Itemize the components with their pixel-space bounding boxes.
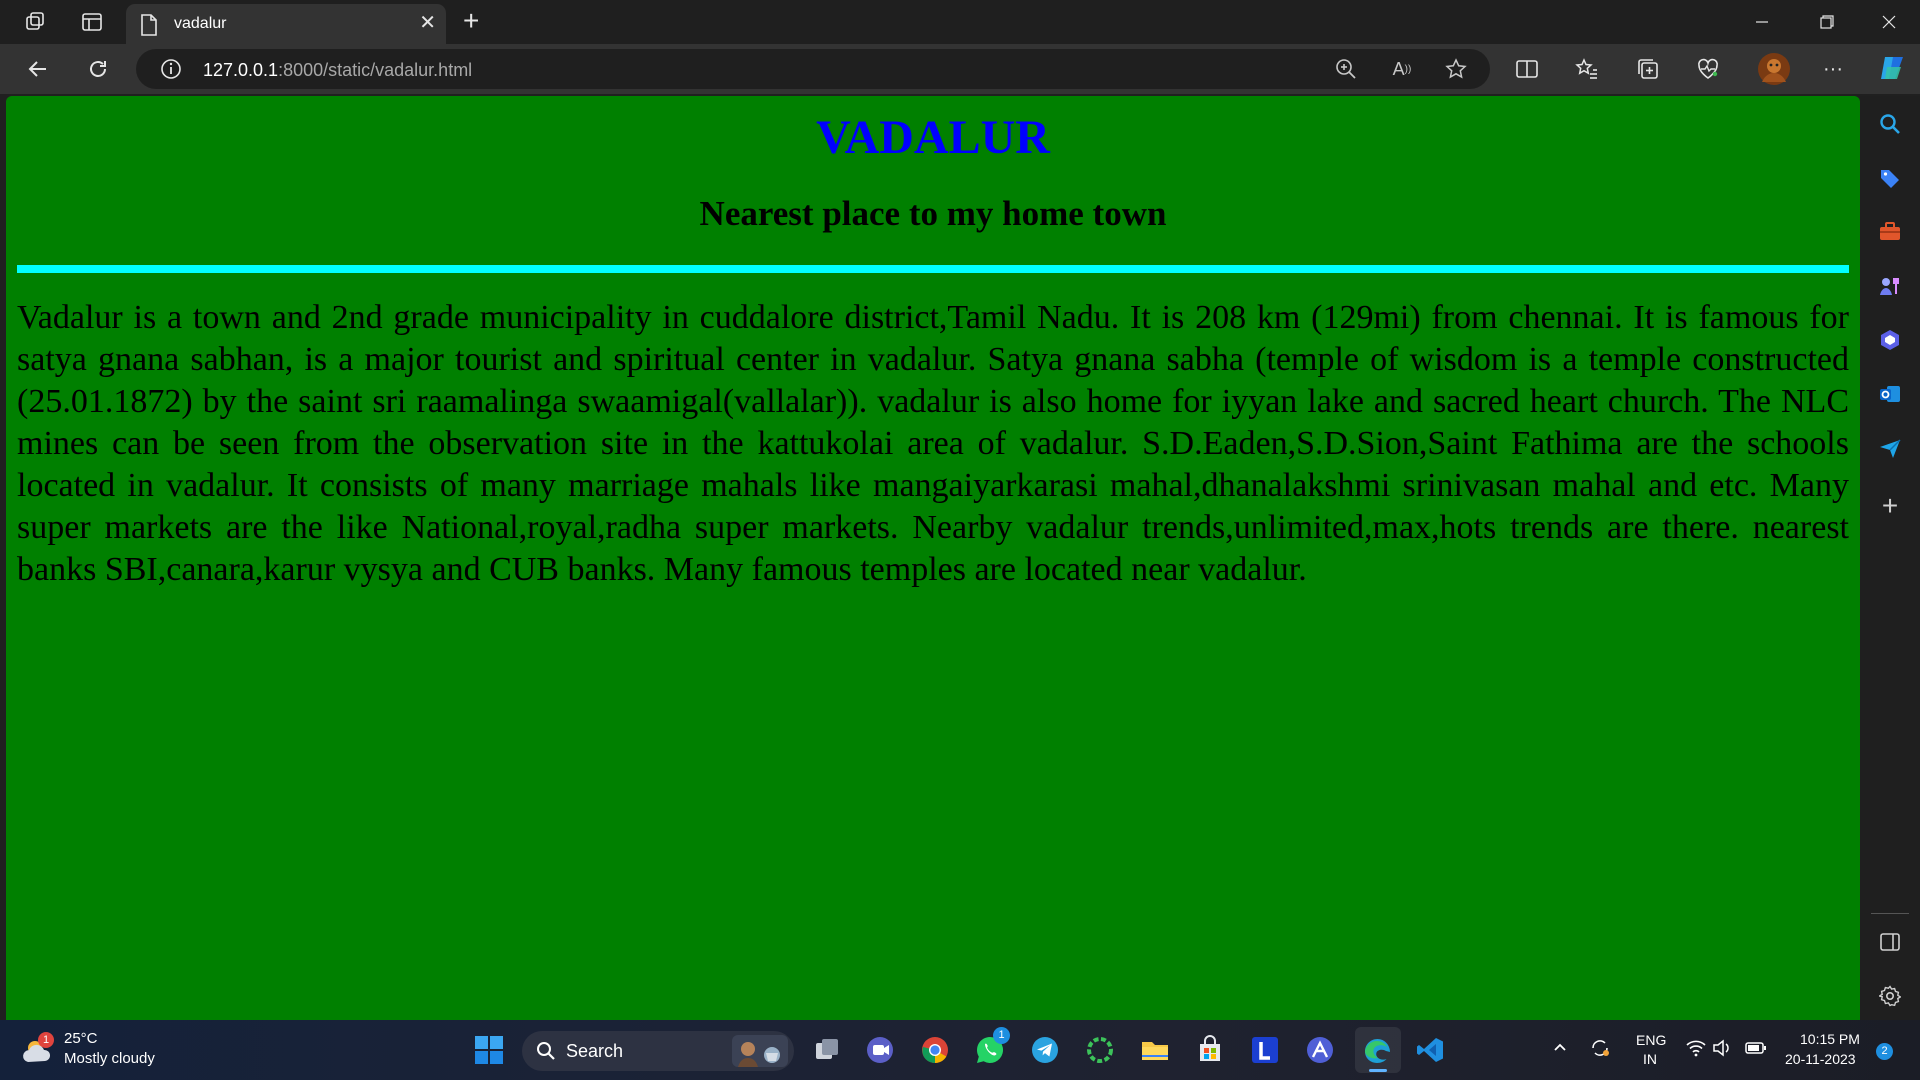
- arc-app-icon[interactable]: [1303, 1033, 1337, 1067]
- minimize-button[interactable]: [1742, 8, 1782, 36]
- clock-date[interactable]: 20-11-2023: [1785, 1051, 1856, 1067]
- clock-time[interactable]: 10:15 PM: [1800, 1031, 1860, 1047]
- weather-temperature: 25°C: [64, 1030, 98, 1047]
- tab-title: vadalur: [174, 15, 227, 32]
- title-bar: vadalur ✕ +: [0, 0, 1920, 44]
- favorites-icon[interactable]: [1573, 55, 1601, 83]
- weather-widget[interactable]: 1: [22, 1032, 56, 1068]
- wifi-icon[interactable]: [1686, 1039, 1706, 1060]
- edge-sidebar: +: [1860, 96, 1920, 1020]
- read-aloud-icon[interactable]: A)): [1390, 57, 1414, 81]
- refresh-button[interactable]: [83, 54, 113, 84]
- volume-icon[interactable]: [1712, 1039, 1732, 1060]
- zoom-icon[interactable]: [1334, 57, 1358, 81]
- weather-alert-badge: 1: [38, 1032, 54, 1048]
- input-language[interactable]: ENG: [1636, 1032, 1666, 1048]
- vertical-tabs-icon[interactable]: [79, 9, 105, 35]
- microsoft-365-icon[interactable]: [1876, 326, 1904, 354]
- url-text: 127.0.0.1:8000/static/vadalur.html: [203, 60, 473, 80]
- tools-briefcase-icon[interactable]: [1876, 218, 1904, 246]
- split-screen-icon[interactable]: [1513, 55, 1541, 83]
- file-explorer-icon[interactable]: [1138, 1033, 1172, 1067]
- sync-icon[interactable]: [1589, 1037, 1611, 1062]
- search-magnifier-icon: [536, 1041, 556, 1066]
- collections-icon[interactable]: [1634, 55, 1662, 83]
- new-tab-button[interactable]: +: [463, 7, 479, 35]
- back-button[interactable]: [23, 54, 53, 84]
- battery-icon[interactable]: [1745, 1040, 1767, 1059]
- profile-avatar[interactable]: [1757, 52, 1791, 86]
- hide-sidebar-icon[interactable]: [1876, 928, 1904, 956]
- page-subheading: Nearest place to my home town: [699, 194, 1167, 233]
- windows-taskbar: 1 25°C Mostly cloudy Search 1 ENG IN 10:…: [0, 1020, 1920, 1080]
- add-sidebar-app-icon[interactable]: +: [1876, 490, 1904, 521]
- search-icon[interactable]: [1876, 110, 1904, 138]
- sidebar-divider: [1871, 913, 1909, 914]
- settings-gear-icon[interactable]: [1876, 982, 1904, 1010]
- microsoft-store-icon[interactable]: [1193, 1033, 1227, 1067]
- search-highlight-image: [732, 1035, 788, 1072]
- site-info-icon[interactable]: [159, 57, 183, 81]
- address-bar[interactable]: 127.0.0.1:8000/static/vadalur.html A)): [136, 49, 1490, 89]
- weather-description: Mostly cloudy: [64, 1050, 155, 1067]
- circular-app-icon[interactable]: [1083, 1033, 1117, 1067]
- shopping-tag-icon[interactable]: [1876, 164, 1904, 192]
- teams-chat-icon[interactable]: [863, 1033, 897, 1067]
- vscode-icon[interactable]: [1413, 1033, 1447, 1067]
- send-drop-icon[interactable]: [1876, 434, 1904, 462]
- page-body-text: Vadalur is a town and 2nd grade municipa…: [17, 299, 1849, 588]
- copilot-icon[interactable]: [1876, 52, 1908, 84]
- whatsapp-unread-badge: 1: [993, 1027, 1010, 1044]
- active-app-indicator: [1369, 1069, 1387, 1072]
- task-view-icon[interactable]: [810, 1033, 844, 1067]
- page-icon: [140, 14, 158, 41]
- browser-essentials-icon[interactable]: [1694, 55, 1722, 83]
- chrome-icon[interactable]: [918, 1033, 952, 1067]
- workspaces-icon[interactable]: [22, 9, 48, 35]
- games-icon[interactable]: [1876, 272, 1904, 300]
- taskbar-search-box[interactable]: Search: [522, 1031, 794, 1071]
- whatsapp-icon[interactable]: 1: [973, 1027, 1010, 1067]
- restore-button[interactable]: [1807, 8, 1847, 36]
- edge-browser-icon[interactable]: [1355, 1027, 1401, 1073]
- browser-tab[interactable]: vadalur ✕: [126, 4, 446, 44]
- close-tab-icon[interactable]: ✕: [419, 13, 436, 33]
- navigation-bar: 127.0.0.1:8000/static/vadalur.html A)) ·…: [0, 44, 1920, 94]
- more-options-icon[interactable]: ···: [1819, 55, 1847, 83]
- outlook-icon[interactable]: [1876, 380, 1904, 408]
- telegram-icon[interactable]: [1028, 1033, 1062, 1067]
- horizontal-rule: [17, 265, 1849, 273]
- close-window-button[interactable]: [1869, 8, 1909, 36]
- start-button[interactable]: [472, 1033, 506, 1067]
- favorite-star-icon[interactable]: [1444, 57, 1468, 81]
- search-label: Search: [566, 1041, 624, 1061]
- page-viewport: VADALUR Nearest place to my home town Va…: [6, 96, 1860, 1020]
- page-heading: VADALUR: [816, 111, 1050, 164]
- notification-count-badge[interactable]: 2: [1876, 1043, 1893, 1060]
- show-hidden-icons-chevron[interactable]: [1552, 1039, 1568, 1058]
- l-app-icon[interactable]: [1248, 1033, 1282, 1067]
- input-region: IN: [1643, 1051, 1657, 1067]
